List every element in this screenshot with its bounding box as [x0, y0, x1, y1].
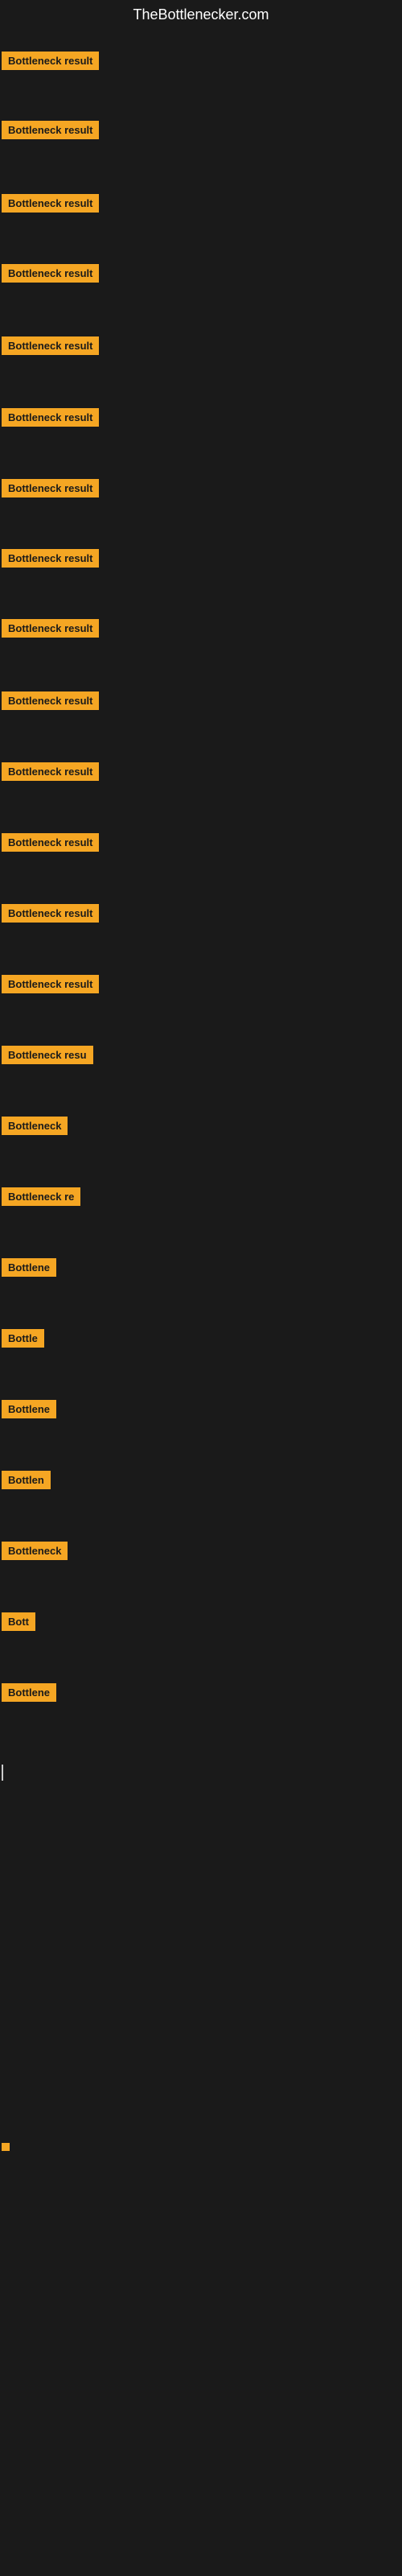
small-indicator: [2, 2143, 10, 2151]
bottleneck-badge: Bottleneck result: [2, 619, 99, 638]
bottleneck-badge: Bottleneck resu: [2, 1046, 93, 1064]
bottleneck-badge: Bottleneck result: [2, 833, 99, 852]
bottleneck-badge: Bottleneck result: [2, 408, 99, 427]
bottleneck-item[interactable]: Bott: [2, 1612, 35, 1635]
bottleneck-badge: Bott: [2, 1612, 35, 1631]
bottleneck-badge: Bottleneck result: [2, 904, 99, 923]
bottleneck-item[interactable]: Bottleneck result: [2, 336, 99, 359]
cursor-line: [2, 1765, 3, 1781]
bottleneck-badge: Bottleneck result: [2, 479, 99, 497]
bottleneck-item[interactable]: Bottleneck result: [2, 762, 99, 785]
bottleneck-item[interactable]: Bottleneck result: [2, 975, 99, 997]
bottleneck-badge: Bottlen: [2, 1471, 51, 1489]
bottleneck-item[interactable]: Bottleneck: [2, 1117, 68, 1139]
bottleneck-item[interactable]: Bottlene: [2, 1258, 56, 1281]
bottleneck-badge: Bottleneck result: [2, 549, 99, 568]
bottleneck-item[interactable]: Bottleneck result: [2, 121, 99, 143]
bottleneck-badge: Bottlene: [2, 1683, 56, 1702]
site-title: TheBottlenecker.com: [0, 0, 402, 30]
bottleneck-item[interactable]: Bottleneck re: [2, 1187, 80, 1210]
bottleneck-item[interactable]: Bottleneck result: [2, 904, 99, 927]
bottleneck-item[interactable]: Bottleneck result: [2, 549, 99, 572]
bottleneck-item[interactable]: Bottleneck result: [2, 619, 99, 642]
bottleneck-item[interactable]: Bottleneck result: [2, 194, 99, 217]
bottleneck-item[interactable]: Bottleneck result: [2, 408, 99, 431]
bottleneck-item[interactable]: Bottleneck result: [2, 52, 99, 74]
bottleneck-item[interactable]: Bottleneck: [2, 1542, 68, 1564]
bottleneck-badge: Bottleneck result: [2, 52, 99, 70]
bottleneck-item[interactable]: Bottleneck resu: [2, 1046, 93, 1068]
bottleneck-badge: Bottle: [2, 1329, 44, 1348]
bottleneck-badge: Bottleneck result: [2, 975, 99, 993]
bottleneck-badge: Bottleneck result: [2, 691, 99, 710]
bottleneck-item[interactable]: Bottle: [2, 1329, 44, 1352]
bottleneck-badge: Bottleneck: [2, 1117, 68, 1135]
bottleneck-badge: Bottleneck: [2, 1542, 68, 1560]
bottleneck-item[interactable]: Bottlene: [2, 1400, 56, 1422]
bottleneck-badge: Bottleneck result: [2, 264, 99, 283]
bottleneck-item[interactable]: Bottleneck result: [2, 691, 99, 714]
bottleneck-badge: Bottleneck result: [2, 121, 99, 139]
items-container: Bottleneck result Bottleneck result Bottle…: [0, 30, 402, 2574]
bottleneck-item[interactable]: Bottlen: [2, 1471, 51, 1493]
bottleneck-item[interactable]: Bottleneck result: [2, 479, 99, 502]
bottleneck-badge: Bottleneck re: [2, 1187, 80, 1206]
bottleneck-item[interactable]: Bottlene: [2, 1683, 56, 1706]
bottleneck-badge: Bottleneck result: [2, 194, 99, 213]
bottleneck-item[interactable]: Bottleneck result: [2, 833, 99, 856]
bottleneck-badge: Bottleneck result: [2, 762, 99, 781]
bottleneck-badge: Bottlene: [2, 1258, 56, 1277]
bottleneck-badge: Bottleneck result: [2, 336, 99, 355]
bottleneck-item[interactable]: Bottleneck result: [2, 264, 99, 287]
bottleneck-badge: Bottlene: [2, 1400, 56, 1418]
